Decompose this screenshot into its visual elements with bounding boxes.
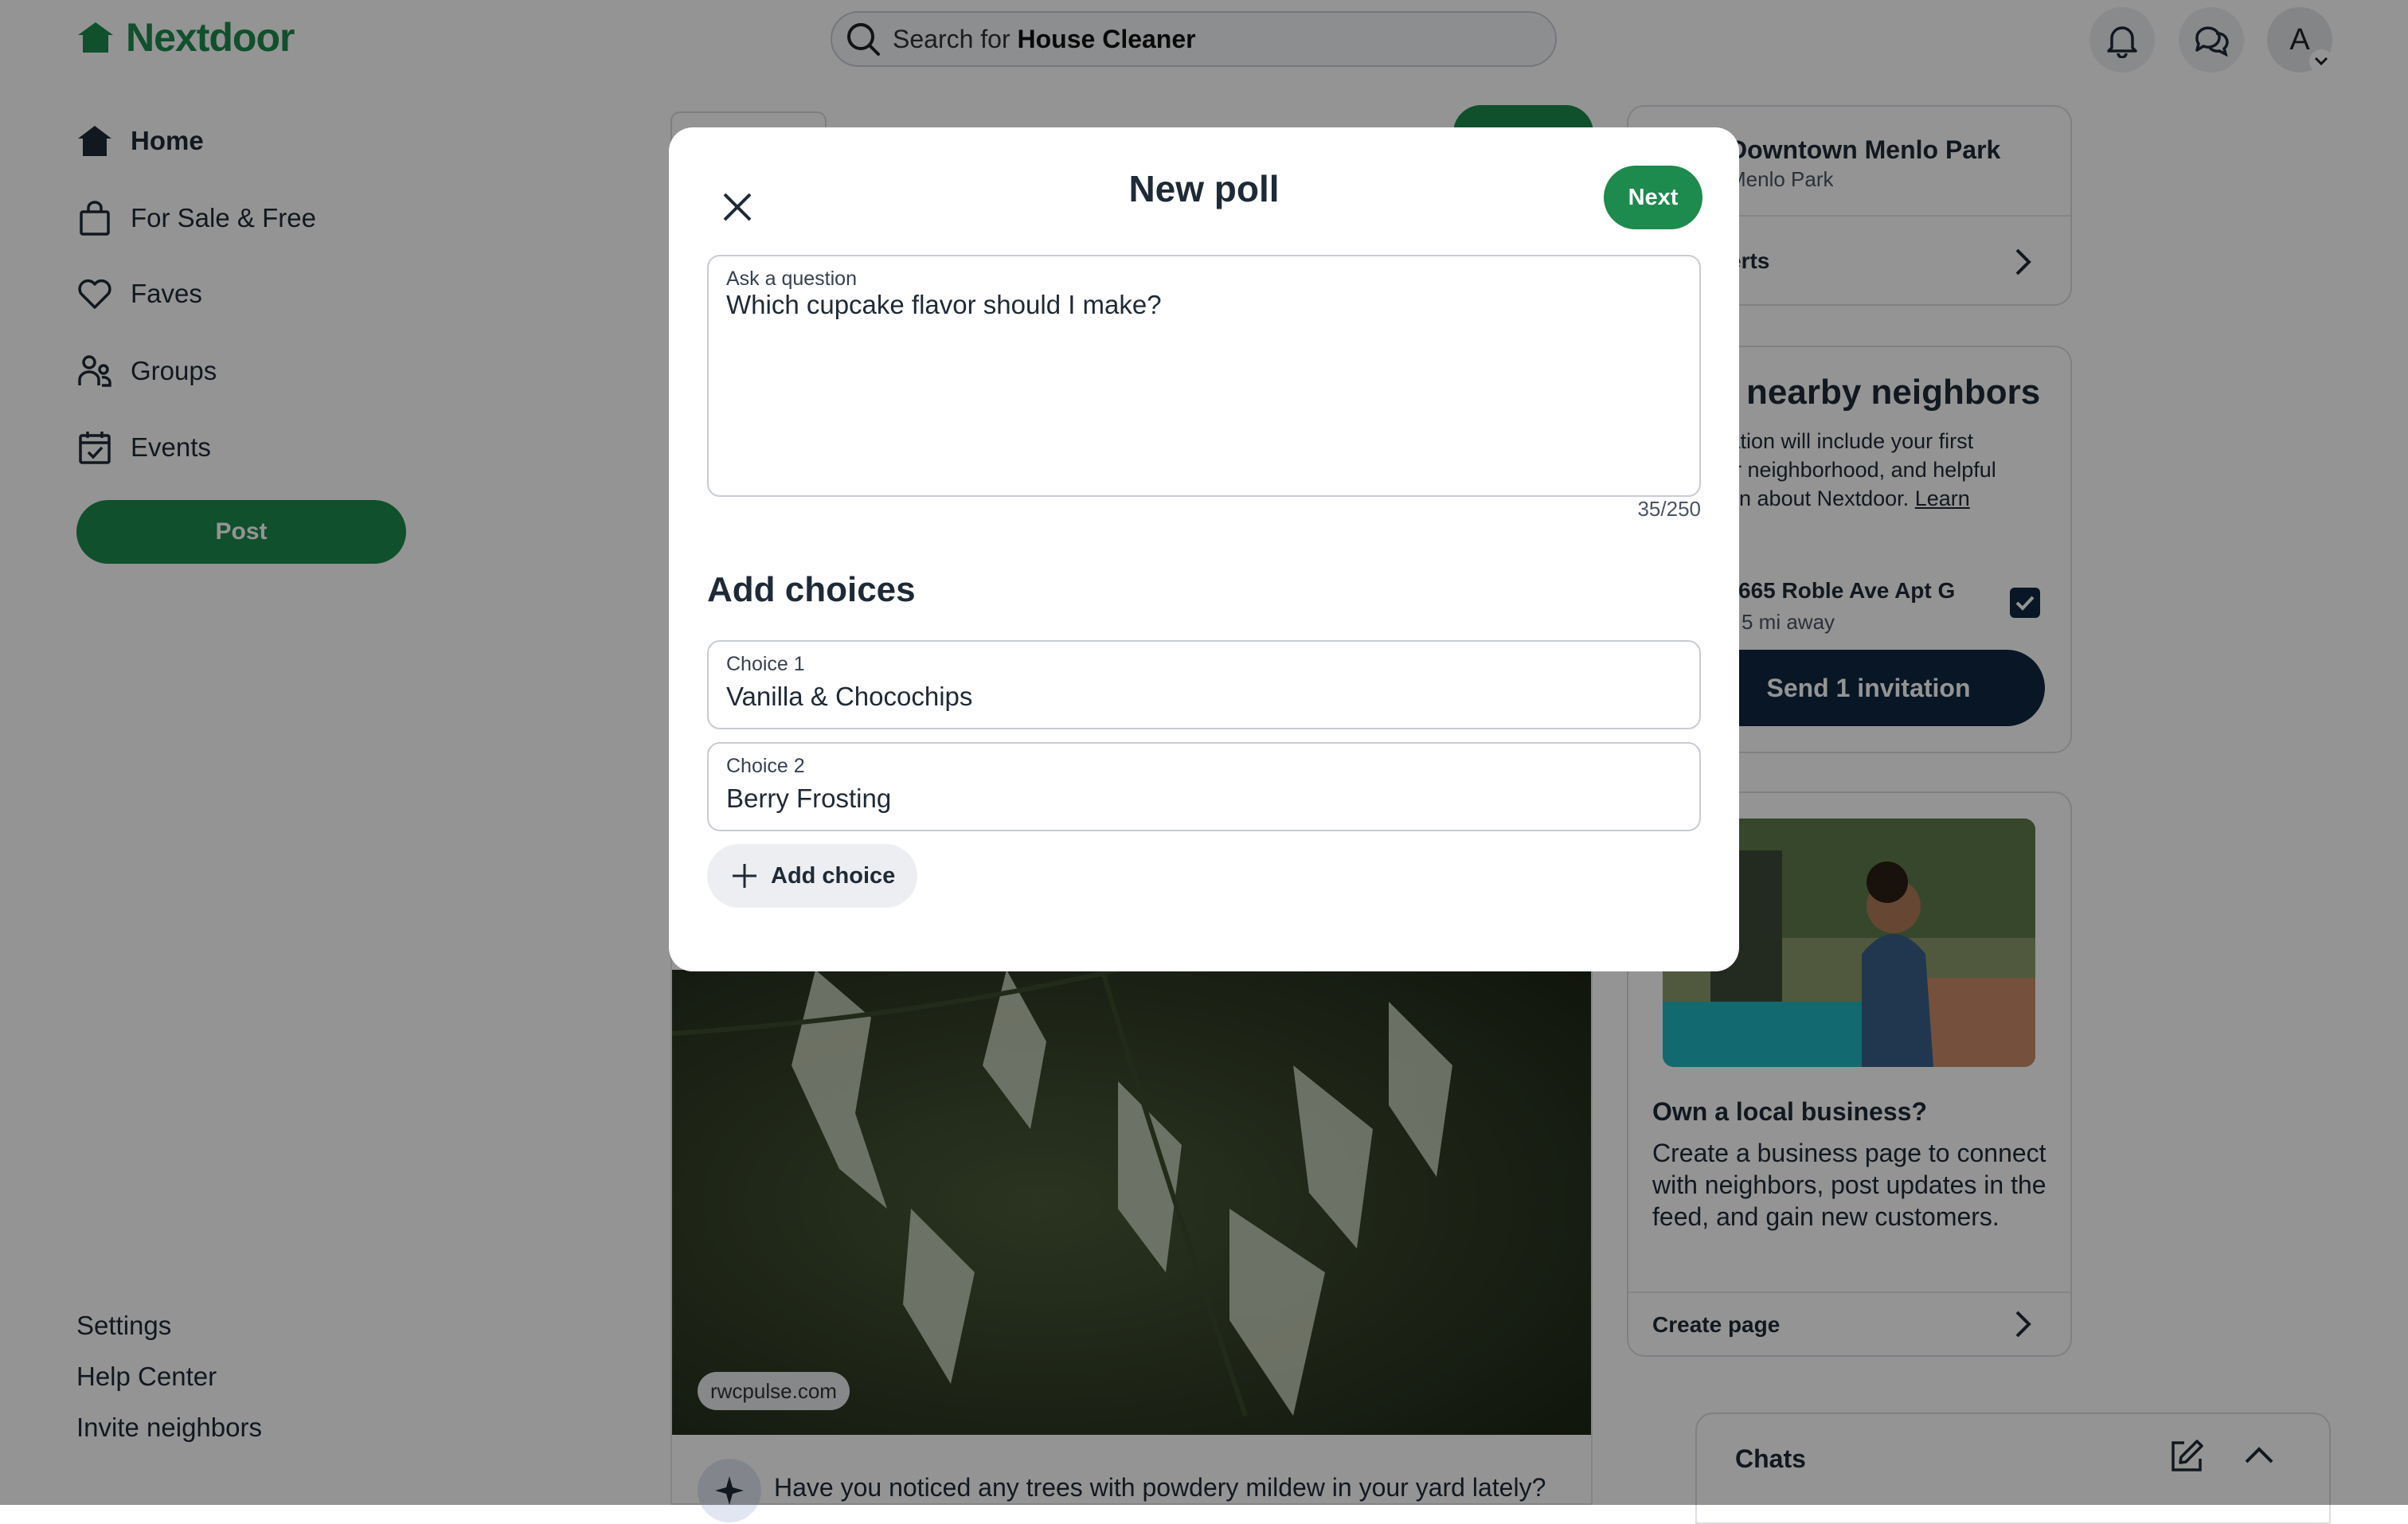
new-poll-dialog: New poll Next Ask a question Which cupca… — [669, 127, 1739, 971]
add-choices-heading: Add choices — [707, 570, 916, 609]
question-input[interactable]: Which cupcake flavor should I make? — [726, 290, 1162, 320]
add-choice-button[interactable]: Add choice — [707, 844, 917, 908]
modal-title: New poll — [1128, 168, 1280, 209]
choice-2-field[interactable]: Choice 2 Berry Frosting — [707, 742, 1701, 831]
choice-input[interactable]: Vanilla & Chocochips — [726, 682, 972, 712]
choice-input[interactable]: Berry Frosting — [726, 783, 891, 814]
next-button[interactable]: Next — [1604, 166, 1702, 229]
plus-icon — [731, 862, 758, 889]
add-choice-label: Add choice — [771, 862, 896, 889]
question-field[interactable]: Ask a question Which cupcake flavor shou… — [707, 255, 1701, 497]
choice-1-field[interactable]: Choice 1 Vanilla & Chocochips — [707, 640, 1701, 729]
choice-label: Choice 2 — [726, 755, 805, 777]
question-label: Ask a question — [726, 268, 857, 290]
choice-label: Choice 1 — [726, 653, 805, 675]
character-counter: 35/250 — [1637, 497, 1701, 521]
